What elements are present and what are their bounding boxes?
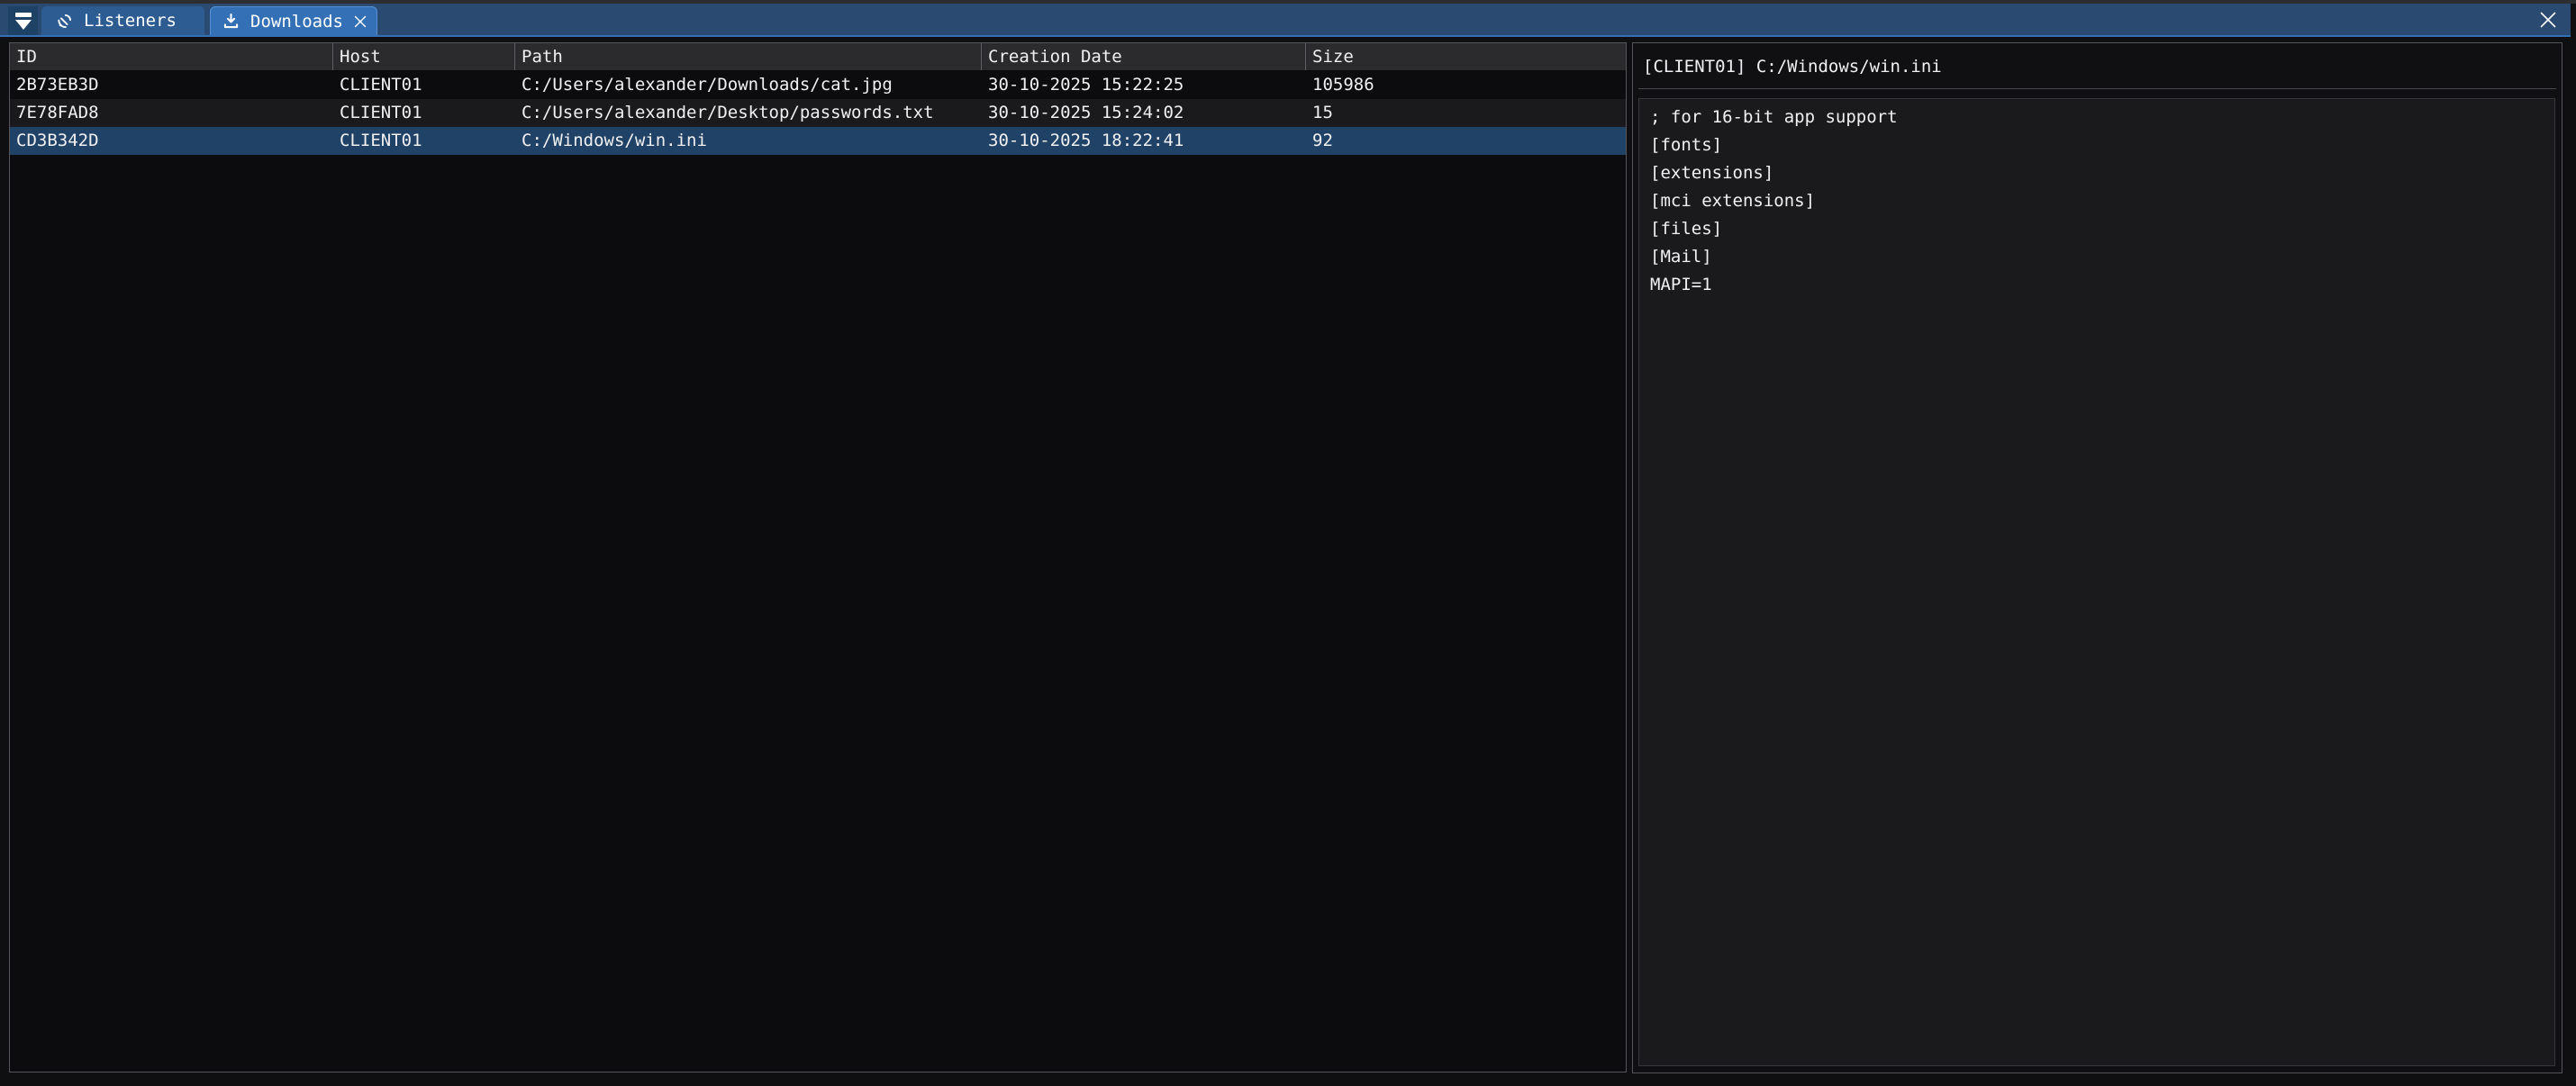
- file-content-line: [extensions]: [1650, 159, 2554, 187]
- column-header-path[interactable]: Path: [515, 43, 982, 70]
- file-preview-pane: [CLIENT01] C:/Windows/win.ini ; for 16-b…: [1632, 42, 2562, 1073]
- cell-creation-date: 30-10-2025 15:22:25: [982, 71, 1306, 99]
- download-icon: [222, 12, 240, 31]
- close-tab-icon[interactable]: [351, 13, 369, 31]
- file-content-line: [fonts]: [1650, 131, 2554, 159]
- tab-downloads[interactable]: Downloads: [210, 6, 377, 35]
- column-header-creation-date[interactable]: Creation Date: [982, 43, 1306, 70]
- cell-path: C:/Users/alexander/Downloads/cat.jpg: [515, 71, 982, 99]
- collapse-tabs-icon: [15, 13, 32, 30]
- tab-bar: Listeners Downloads: [0, 4, 2571, 37]
- cell-size: 15: [1306, 99, 1626, 127]
- cell-size: 105986: [1306, 71, 1626, 99]
- preview-separator: [1638, 88, 2556, 89]
- cell-creation-date: 30-10-2025 18:22:41: [982, 127, 1306, 155]
- cell-host: CLIENT01: [333, 71, 515, 99]
- file-content-view[interactable]: ; for 16-bit app support [fonts] [extens…: [1638, 98, 2555, 1066]
- close-panel-button[interactable]: [2536, 8, 2560, 32]
- satellite-icon: [55, 12, 74, 31]
- column-header-size[interactable]: Size: [1306, 43, 1626, 70]
- tab-downloads-label: Downloads: [250, 12, 343, 32]
- file-content-line: [Mail]: [1650, 243, 2554, 271]
- tab-listeners-label: Listeners: [84, 11, 177, 31]
- cell-size: 92: [1306, 127, 1626, 155]
- file-content-line: MAPI=1: [1650, 271, 2554, 299]
- downloads-table: ID Host Path Creation Date Size 2B73EB3D…: [9, 42, 1627, 1072]
- cell-path: C:/Windows/win.ini: [515, 127, 982, 155]
- cell-creation-date: 30-10-2025 15:24:02: [982, 99, 1306, 127]
- tabs-menu-button[interactable]: [8, 6, 38, 35]
- column-header-id[interactable]: ID: [10, 43, 333, 70]
- file-content-line: [mci extensions]: [1650, 187, 2554, 215]
- table-row[interactable]: 2B73EB3D CLIENT01 C:/Users/alexander/Dow…: [10, 71, 1626, 99]
- cell-path: C:/Users/alexander/Desktop/passwords.txt: [515, 99, 982, 127]
- cell-id: 7E78FAD8: [10, 99, 333, 127]
- table-row[interactable]: CD3B342D CLIENT01 C:/Windows/win.ini 30-…: [10, 127, 1626, 155]
- table-header: ID Host Path Creation Date Size: [10, 43, 1626, 71]
- table-row[interactable]: 7E78FAD8 CLIENT01 C:/Users/alexander/Des…: [10, 99, 1626, 127]
- cell-host: CLIENT01: [333, 99, 515, 127]
- cell-id: CD3B342D: [10, 127, 333, 155]
- close-icon: [2537, 9, 2559, 31]
- cell-host: CLIENT01: [333, 127, 515, 155]
- table-body: 2B73EB3D CLIENT01 C:/Users/alexander/Dow…: [10, 71, 1626, 155]
- file-content-line: [files]: [1650, 215, 2554, 243]
- tab-listeners[interactable]: Listeners: [41, 6, 204, 35]
- column-header-host[interactable]: Host: [333, 43, 515, 70]
- preview-title: [CLIENT01] C:/Windows/win.ini: [1643, 55, 1942, 78]
- cell-id: 2B73EB3D: [10, 71, 333, 99]
- file-content-line: ; for 16-bit app support: [1650, 104, 2554, 131]
